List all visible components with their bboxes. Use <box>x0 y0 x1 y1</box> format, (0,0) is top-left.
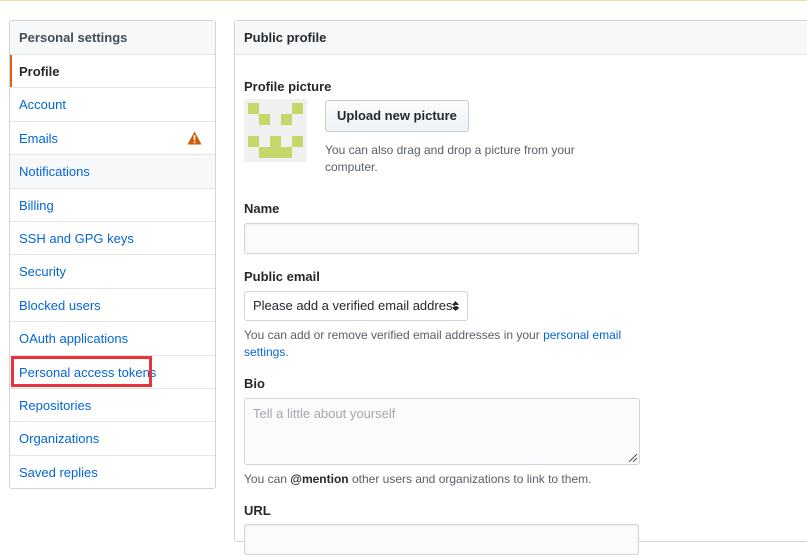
public-email-hint-text: You can add or remove verified email add… <box>244 328 544 342</box>
top-divider <box>0 0 807 1</box>
mention-text: @mention <box>290 472 349 486</box>
settings-sidebar: Personal settings Profile Account Emails… <box>9 20 216 490</box>
bio-hint-suffix: other users and organizations to link to… <box>348 472 592 486</box>
upload-new-picture-button[interactable]: Upload new picture <box>325 100 469 132</box>
public-email-hint: You can add or remove verified email add… <box>244 327 634 361</box>
bio-textarea[interactable]: Tell a little about yourself <box>244 398 640 465</box>
public-email-hint-suffix: . <box>285 345 289 359</box>
sidebar-item-repositories[interactable]: Repositories <box>10 389 215 423</box>
sidebar-item-notifications[interactable]: Notifications <box>10 155 215 189</box>
page-title: Public profile <box>235 21 807 55</box>
sidebar-title: Personal settings <box>10 21 215 55</box>
sidebar-item-blocked-users[interactable]: Blocked users <box>10 289 215 323</box>
sidebar-item-ssh-gpg-keys[interactable]: SSH and GPG keys <box>10 222 215 256</box>
public-email-label: Public email <box>244 269 320 284</box>
sidebar-item-personal-access-tokens[interactable]: Personal access tokens <box>10 356 215 389</box>
sidebar-item-oauth-applications[interactable]: OAuth applications <box>10 322 215 356</box>
sidebar-item-security[interactable]: Security <box>10 255 215 289</box>
bio-label: Bio <box>244 376 265 391</box>
sidebar-item-billing[interactable]: Billing <box>10 189 215 222</box>
sidebar-item-emails[interactable]: Emails <box>10 122 215 156</box>
profile-picture-hint: You can also drag and drop a picture fro… <box>325 143 575 174</box>
bio-hint: You can @mention other users and organiz… <box>244 471 664 488</box>
public-profile-panel: Public profile Profile picture Upload ne… <box>234 20 807 555</box>
sidebar-item-saved-replies[interactable]: Saved replies <box>10 456 215 488</box>
resize-handle-icon[interactable] <box>629 454 637 462</box>
url-label: URL <box>244 503 271 518</box>
select-caret-icon <box>452 301 459 311</box>
sidebar-item-profile[interactable]: Profile <box>10 55 215 89</box>
sidebar-item-label: Emails <box>19 130 59 146</box>
public-email-select[interactable]: Please add a verified email address <box>244 291 468 321</box>
bio-hint-text: You can <box>244 472 291 486</box>
name-label: Name <box>244 201 280 216</box>
avatar <box>244 99 307 162</box>
profile-picture-label: Profile picture <box>244 79 332 94</box>
sidebar-item-organizations[interactable]: Organizations <box>10 422 215 456</box>
sidebar-item-account[interactable]: Account <box>10 88 215 122</box>
bio-placeholder: Tell a little about yourself <box>253 406 396 421</box>
public-email-selected-value: Please add a verified email address <box>253 298 459 313</box>
identicon-image <box>244 99 307 162</box>
warning-icon <box>187 131 202 145</box>
name-field[interactable] <box>244 223 639 254</box>
